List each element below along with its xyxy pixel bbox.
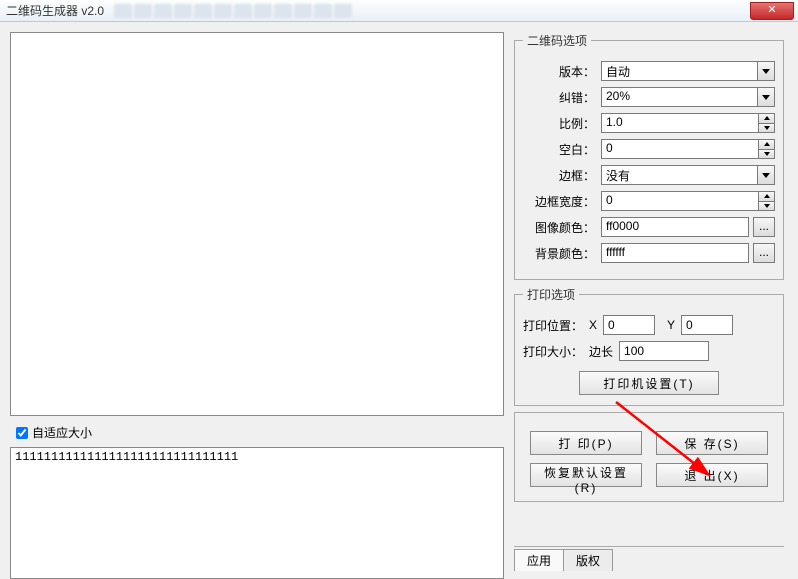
printer-settings-button[interactable]: 打印机设置(T) — [579, 371, 719, 395]
qr-options-group: 二维码选项 版本： 自动 纠错： 20% 比例： 1.0 — [514, 32, 784, 280]
actions-group: 打 印(P) 保 存(S) 恢复默认设置(R) 退 出(X) — [514, 412, 784, 502]
print-x-label: X — [589, 318, 597, 332]
bg-color-picker-button[interactable]: ... — [753, 243, 775, 263]
content-textarea[interactable]: 1111111111111111111111111111111 — [10, 447, 504, 579]
print-x-input[interactable] — [603, 315, 655, 335]
print-options-legend: 打印选项 — [523, 286, 579, 303]
spin-down-icon[interactable] — [759, 124, 775, 134]
spin-down-icon[interactable] — [759, 150, 775, 160]
scale-value[interactable]: 1.0 — [601, 113, 759, 133]
margin-value[interactable]: 0 — [601, 139, 759, 159]
right-pane: 二维码选项 版本： 自动 纠错： 20% 比例： 1.0 — [514, 32, 784, 570]
fg-color-label: 图像颜色： — [523, 219, 595, 236]
fg-color-picker-button[interactable]: ... — [753, 217, 775, 237]
version-label: 版本： — [523, 63, 595, 80]
version-combo[interactable]: 自动 — [601, 61, 775, 81]
ec-label: 纠错： — [523, 89, 595, 106]
scale-spin[interactable]: 1.0 — [601, 113, 775, 133]
chevron-down-icon[interactable] — [758, 87, 775, 107]
border-width-spin[interactable]: 0 — [601, 191, 775, 211]
autosize-label: 自适应大小 — [32, 424, 92, 441]
border-label: 边框： — [523, 167, 595, 184]
titlebar: 二维码生成器 v2.0 ✕ — [0, 0, 798, 22]
tab-app[interactable]: 应用 — [514, 549, 564, 571]
spin-up-icon[interactable] — [759, 113, 775, 124]
bg-color-label: 背景颜色： — [523, 245, 595, 262]
border-value[interactable]: 没有 — [601, 165, 758, 185]
window-title: 二维码生成器 v2.0 — [6, 2, 104, 19]
print-button[interactable]: 打 印(P) — [530, 431, 642, 455]
print-options-group: 打印选项 打印位置： X Y 打印大小： 边长 打印机设置(T) — [514, 286, 784, 406]
save-button[interactable]: 保 存(S) — [656, 431, 768, 455]
chevron-down-icon[interactable] — [758, 61, 775, 81]
exit-button[interactable]: 退 出(X) — [656, 463, 768, 487]
print-y-label: Y — [667, 318, 675, 332]
tab-copyright[interactable]: 版权 — [563, 549, 613, 571]
ec-value[interactable]: 20% — [601, 87, 758, 107]
client-area: 自适应大小 1111111111111111111111111111111 二维… — [0, 22, 798, 574]
qr-preview — [10, 32, 504, 416]
border-width-label: 边框宽度： — [523, 193, 595, 210]
scale-label: 比例： — [523, 115, 595, 132]
border-combo[interactable]: 没有 — [601, 165, 775, 185]
print-side-label: 边长 — [589, 343, 613, 360]
print-y-input[interactable] — [681, 315, 733, 335]
spin-up-icon[interactable] — [759, 139, 775, 150]
tab-strip: 应用 版权 — [514, 546, 784, 570]
chevron-down-icon[interactable] — [758, 165, 775, 185]
margin-label: 空白： — [523, 141, 595, 158]
autosize-row: 自适应大小 — [10, 424, 504, 441]
print-size-label: 打印大小： — [523, 343, 583, 360]
version-value[interactable]: 自动 — [601, 61, 758, 81]
close-button[interactable]: ✕ — [750, 2, 794, 20]
ec-combo[interactable]: 20% — [601, 87, 775, 107]
qr-options-legend: 二维码选项 — [523, 32, 591, 49]
autosize-checkbox[interactable] — [16, 427, 28, 439]
print-side-input[interactable] — [619, 341, 709, 361]
spin-up-icon[interactable] — [759, 191, 775, 202]
print-pos-label: 打印位置： — [523, 317, 583, 334]
toolbar-blur — [114, 4, 352, 18]
spin-down-icon[interactable] — [759, 202, 775, 212]
margin-spin[interactable]: 0 — [601, 139, 775, 159]
border-width-value[interactable]: 0 — [601, 191, 759, 211]
reset-defaults-button[interactable]: 恢复默认设置(R) — [530, 463, 642, 487]
bg-color-input[interactable]: ffffff — [601, 243, 749, 263]
left-pane: 自适应大小 1111111111111111111111111111111 — [10, 32, 504, 570]
fg-color-input[interactable]: ff0000 — [601, 217, 749, 237]
